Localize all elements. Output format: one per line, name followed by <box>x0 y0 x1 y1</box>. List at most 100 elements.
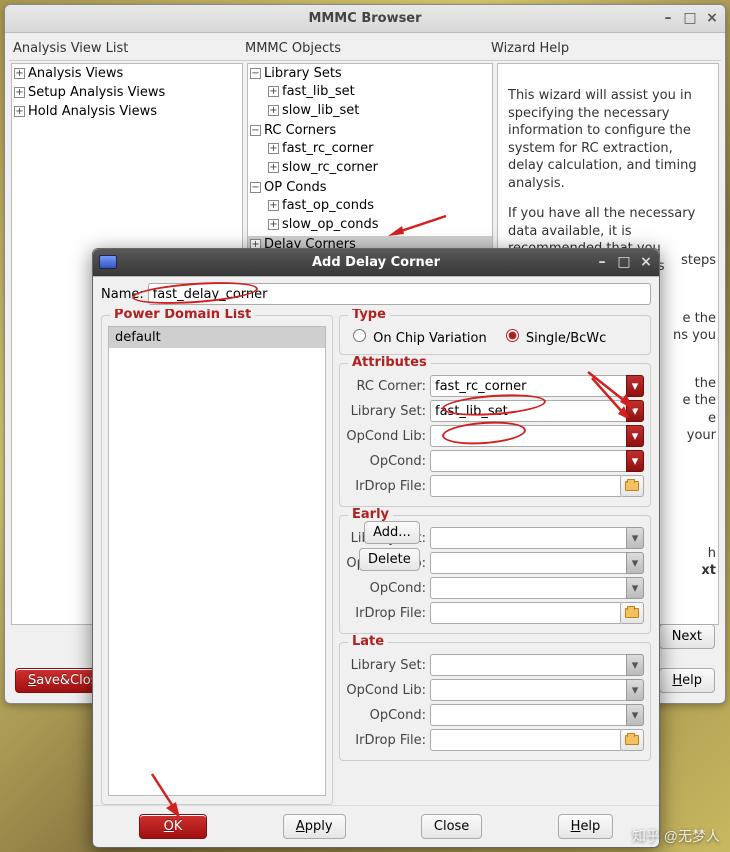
tree-item-slow-op-conds[interactable]: +slow_op_conds <box>266 216 492 233</box>
watermark: 知乎 @无梦人 <box>632 826 720 846</box>
maximize-icon[interactable]: □ <box>681 9 699 27</box>
dropdown-icon[interactable]: ▾ <box>626 552 644 574</box>
tree-item-fast-op-conds[interactable]: +fast_op_conds <box>266 197 492 214</box>
tree-item-op-conds[interactable]: −OP Conds <box>248 179 492 196</box>
mmmc-objects-header: MMMC Objects <box>241 37 487 61</box>
expand-icon[interactable]: + <box>14 68 25 79</box>
type-legend: Type <box>348 309 390 322</box>
radio-ocv[interactable]: On Chip Variation <box>348 326 487 346</box>
collapse-icon[interactable]: − <box>250 182 261 193</box>
name-label: Name: <box>101 287 144 302</box>
folder-icon <box>625 481 639 491</box>
dropdown-icon[interactable]: ▾ <box>626 577 644 599</box>
radio-single-bcwc[interactable]: Single/BcWc <box>501 326 607 346</box>
dropdown-icon[interactable]: ▾ <box>626 527 644 549</box>
minimize-icon[interactable]: – <box>659 9 677 27</box>
late-irdrop-file-label: IrDrop File: <box>346 733 426 748</box>
dialog-titlebar[interactable]: Add Delay Corner – □ × <box>93 249 659 277</box>
tree-item-analysis-views[interactable]: +Analysis Views <box>12 65 242 82</box>
dropdown-icon[interactable]: ▾ <box>626 450 644 472</box>
attributes-legend: Attributes <box>348 355 431 370</box>
late-library-set-input[interactable] <box>430 654 626 676</box>
main-title: MMMC Browser <box>308 11 421 26</box>
expand-icon[interactable]: + <box>268 162 279 173</box>
late-opcond-lib-label: OpCond Lib: <box>346 683 426 698</box>
maximize-icon[interactable]: □ <box>615 253 633 271</box>
tree-item-slow-lib-set[interactable]: +slow_lib_set <box>266 102 492 119</box>
expand-icon[interactable]: + <box>268 219 279 230</box>
delete-power-domain-button[interactable]: Delete <box>359 548 420 571</box>
app-icon <box>99 255 117 269</box>
help-paragraph: This wizard will assist you in specifyin… <box>508 87 708 192</box>
opcond-lib-label: OpCond Lib: <box>346 429 426 444</box>
late-opcond-lib-input[interactable] <box>430 679 626 701</box>
apply-button[interactable]: Apply <box>283 814 346 839</box>
library-set-label: Library Set: <box>346 404 426 419</box>
tree-item-rc-corners[interactable]: −RC Corners <box>248 122 492 139</box>
expand-icon[interactable]: + <box>268 200 279 211</box>
ok-button[interactable]: OK <box>139 814 208 839</box>
rc-corner-label: RC Corner: <box>346 379 426 394</box>
dropdown-icon[interactable]: ▾ <box>626 425 644 447</box>
analysis-view-list-header: Analysis View List <box>9 37 241 61</box>
main-titlebar[interactable]: MMMC Browser – □ × <box>5 5 725 33</box>
dropdown-icon[interactable]: ▾ <box>626 375 644 397</box>
tree-item-slow-rc-corner[interactable]: +slow_rc_corner <box>266 159 492 176</box>
expand-icon[interactable]: + <box>268 105 279 116</box>
opcond-label: OpCond: <box>346 454 426 469</box>
close-icon[interactable]: × <box>637 253 655 271</box>
add-power-domain-button[interactable]: Add... <box>364 521 420 544</box>
late-legend: Late <box>348 634 388 649</box>
early-irdrop-file-label: IrDrop File: <box>346 606 426 621</box>
help-button[interactable]: Help <box>558 814 614 839</box>
power-domain-item[interactable]: default <box>109 327 325 348</box>
dropdown-icon[interactable]: ▾ <box>626 400 644 422</box>
power-domain-list-legend: Power Domain List <box>110 309 255 322</box>
help-text-fragment: steps e the ns you the e the e your h xt <box>656 252 716 580</box>
help-button[interactable]: Help <box>659 668 715 693</box>
file-browse-button[interactable] <box>620 475 644 497</box>
dropdown-icon[interactable]: ▾ <box>626 679 644 701</box>
expand-icon[interactable]: + <box>14 87 25 98</box>
irdrop-file-label: IrDrop File: <box>346 479 426 494</box>
late-library-set-label: Library Set: <box>346 658 426 673</box>
expand-icon[interactable]: + <box>268 86 279 97</box>
minimize-icon[interactable]: – <box>593 253 611 271</box>
close-button[interactable]: Close <box>421 814 482 839</box>
tree-item-hold-analysis-views[interactable]: +Hold Analysis Views <box>12 103 242 120</box>
early-legend: Early <box>348 507 393 522</box>
library-set-input[interactable] <box>430 400 626 422</box>
wizard-help-header: Wizard Help <box>487 37 721 61</box>
folder-icon <box>625 608 639 618</box>
rc-corner-input[interactable] <box>430 375 626 397</box>
late-opcond-input[interactable] <box>430 704 626 726</box>
early-library-set-input[interactable] <box>430 527 626 549</box>
early-opcond-lib-input[interactable] <box>430 552 626 574</box>
early-opcond-label: OpCond: <box>346 581 426 596</box>
early-opcond-input[interactable] <box>430 577 626 599</box>
name-input[interactable] <box>148 283 651 305</box>
tree-item-fast-lib-set[interactable]: +fast_lib_set <box>266 83 492 100</box>
opcond-lib-input[interactable] <box>430 425 626 447</box>
expand-icon[interactable]: + <box>14 106 25 117</box>
close-icon[interactable]: × <box>703 9 721 27</box>
tree-item-fast-rc-corner[interactable]: +fast_rc_corner <box>266 140 492 157</box>
late-opcond-label: OpCond: <box>346 708 426 723</box>
irdrop-file-input[interactable] <box>430 475 621 497</box>
add-delay-corner-dialog: Add Delay Corner – □ × Name: Power Domai… <box>92 248 660 848</box>
tree-item-library-sets[interactable]: −Library Sets <box>248 65 492 82</box>
file-browse-button[interactable] <box>620 729 644 751</box>
expand-icon[interactable]: + <box>268 143 279 154</box>
power-domain-list[interactable]: default <box>108 326 326 796</box>
dropdown-icon[interactable]: ▾ <box>626 654 644 676</box>
collapse-icon[interactable]: − <box>250 125 261 136</box>
dropdown-icon[interactable]: ▾ <box>626 704 644 726</box>
late-irdrop-file-input[interactable] <box>430 729 621 751</box>
early-irdrop-file-input[interactable] <box>430 602 621 624</box>
opcond-input[interactable] <box>430 450 626 472</box>
dialog-title: Add Delay Corner <box>312 255 440 270</box>
collapse-icon[interactable]: − <box>250 68 261 79</box>
next-button[interactable]: Next <box>659 624 715 649</box>
tree-item-setup-analysis-views[interactable]: +Setup Analysis Views <box>12 84 242 101</box>
file-browse-button[interactable] <box>620 602 644 624</box>
